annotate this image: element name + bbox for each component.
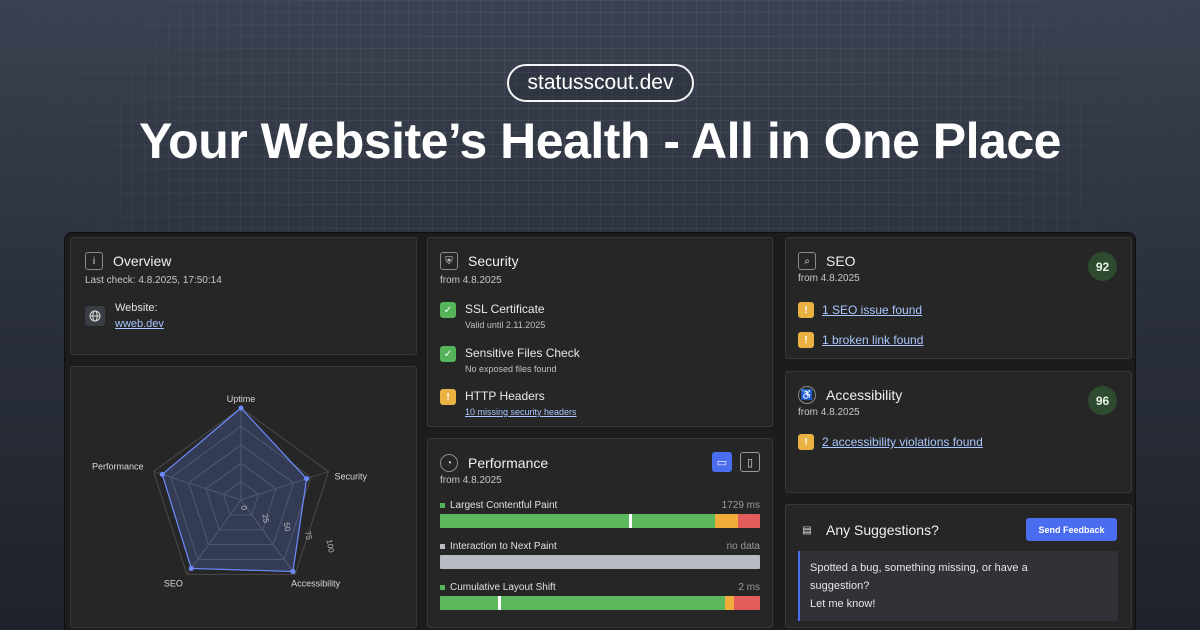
bar-segment-poor [734,596,760,610]
bar-segment-good [440,596,725,610]
accessibility-title: Accessibility [826,387,903,403]
security-item-ssl: ✓ SSL Certificate Valid until 2.11.2025 [440,302,545,330]
seo-card: ⌕ SEO from 4.8.2025 92 ! 1 SEO issue fou… [785,237,1132,359]
headline: Your Website’s Health - All in One Place [139,113,1061,169]
security-item-files: ✓ Sensitive Files Check No exposed files… [440,346,580,374]
domain-pill: statusscout.dev [507,64,694,102]
performance-from: from 4.8.2025 [440,475,502,486]
gauge-icon: ◔ [440,454,458,472]
status-dot [440,544,445,549]
suggestions-card: ▤ Any Suggestions? Send Feedback Spotted… [785,504,1132,628]
accessibility-icon: ♿ [798,386,816,404]
broken-link-issue: ! 1 broken link found [798,332,923,348]
radar-point [304,476,310,482]
overview-title: Overview [113,253,172,269]
cls-bar [440,596,760,610]
bar-segment-mid [715,514,738,528]
bar-marker [628,514,632,528]
seo-issue-link[interactable]: 1 SEO issue found [822,303,922,317]
bar-segment-poor [737,514,760,528]
performance-card: ◔ Performance from 4.8.2025 ▭ ▯ Largest … [427,438,773,628]
radar-point [188,565,194,571]
accessibility-from: from 4.8.2025 [798,407,860,418]
last-check: Last check: 4.8.2025, 17:50:14 [85,275,222,286]
headers-title: HTTP Headers [465,389,545,403]
check-icon: ✓ [440,346,456,362]
cls-label: Cumulative Layout Shift [440,582,556,593]
performance-title: Performance [468,455,549,471]
monitor-icon: ▭ [716,456,728,469]
warning-icon: ! [798,332,814,348]
warning-icon: ! [440,389,456,405]
website-label: Website: [115,302,158,314]
lcp-bar [440,514,760,528]
globe-icon [85,306,105,326]
radar-axis-label: Uptime [227,394,256,404]
radar-point [238,405,244,411]
radar-card: Uptime Security Accessibility SEO Performanc… [70,366,417,628]
warning-icon: ! [798,302,814,318]
headers-link[interactable]: 10 missing security headers [465,407,577,417]
suggestion-message: Spotted a bug, something missing, or hav… [798,551,1118,621]
accessibility-issue: ! 2 accessibility violations found [798,434,983,450]
radar-axis-label: Security [334,472,367,482]
bar-marker [497,596,501,610]
shield-icon: ⛨ [440,252,458,270]
cls-value: 2 ms [738,582,760,593]
desktop-toggle-button[interactable]: ▭ [712,452,732,472]
magnifier-icon: ⌕ [798,252,816,270]
files-sub: No exposed files found [465,364,557,374]
ssl-title: SSL Certificate [465,302,545,316]
status-dot [440,585,445,590]
security-from: from 4.8.2025 [440,275,502,286]
website-link[interactable]: wweb.dev [115,318,164,330]
dashboard-frame: i Overview Last check: 4.8.2025, 17:50:1… [64,232,1136,630]
radar-point [290,568,296,574]
lcp-value: 1729 ms [721,500,760,511]
accessibility-score-badge: 96 [1088,386,1117,415]
warning-icon: ! [798,434,814,450]
mobile-toggle-button[interactable]: ▯ [740,452,760,472]
files-title: Sensitive Files Check [465,346,580,360]
info-icon: i [85,252,103,270]
radar-axis-label: Accessibility [291,578,341,588]
inp-value: no data [726,541,760,552]
suggestions-title: Any Suggestions? [826,522,939,538]
security-title: Security [468,253,519,269]
ssl-sub: Valid until 2.11.2025 [465,320,546,330]
radar-series-area [161,407,308,573]
broken-link-link[interactable]: 1 broken link found [822,333,923,347]
seo-issue: ! 1 SEO issue found [798,302,922,318]
seo-score-badge: 92 [1088,252,1117,281]
radar-axis-label: SEO [164,578,183,588]
seo-title: SEO [826,253,856,269]
radar-point [159,471,165,477]
accessibility-issue-link[interactable]: 2 accessibility violations found [822,435,983,449]
phone-icon: ▯ [746,456,754,469]
radar-tick-label: 75 [303,530,314,541]
comment-icon: ▤ [802,524,812,536]
security-item-headers: ! HTTP Headers 10 missing security heade… [440,389,577,417]
lcp-label: Largest Contentful Paint [440,500,557,511]
radar-axis-label: Performance [92,462,144,472]
radar-chart: Uptime Security Accessibility SEO Performanc… [92,394,368,588]
security-card: ⛨ Security from 4.8.2025 ✓ SSL Certifica… [427,237,773,427]
bar-segment-good [440,514,716,528]
status-dot [440,503,445,508]
send-feedback-button[interactable]: Send Feedback [1026,518,1117,541]
overview-card: i Overview Last check: 4.8.2025, 17:50:1… [70,237,417,355]
inp-bar [440,555,760,569]
bar-segment-mid [724,596,735,610]
check-icon: ✓ [440,302,456,318]
inp-label: Interaction to Next Paint [440,541,557,552]
radar-tick-label: 100 [325,539,336,554]
seo-from: from 4.8.2025 [798,273,860,284]
accessibility-card: ♿ Accessibility from 4.8.2025 96 ! 2 acc… [785,371,1132,493]
